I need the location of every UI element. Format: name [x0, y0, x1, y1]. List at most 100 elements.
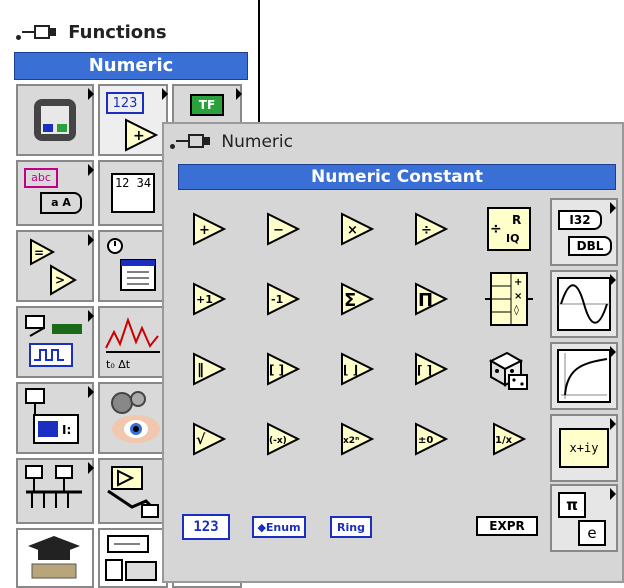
graphics-palette-button[interactable]	[16, 458, 94, 524]
string-subset-icon: a A	[40, 192, 82, 214]
pushpin-icon[interactable]	[170, 132, 216, 152]
decrement-icon: -1	[267, 282, 300, 316]
multiply-function-button[interactable]: ×	[324, 198, 390, 260]
waveform-palette-button[interactable]: t₀ Δt	[98, 306, 168, 378]
comparison-icon: = >	[30, 238, 77, 296]
instrument-palette-button[interactable]: I:	[16, 382, 94, 454]
absolute-value-button[interactable]: ‖	[176, 338, 242, 400]
functions-title-bar[interactable]: Functions	[16, 22, 167, 43]
svg-text:R: R	[512, 213, 521, 227]
sine-wave-icon	[557, 277, 611, 331]
comparison-palette-button[interactable]: = >	[16, 230, 94, 302]
scale-power-of-2-icon: x2ⁿ	[341, 422, 374, 456]
ring-constant[interactable]: Ring	[330, 516, 372, 538]
array-palette-button[interactable]: 12 34	[98, 160, 168, 226]
e-constant-icon: e	[578, 520, 606, 546]
hand-node-icon	[107, 466, 160, 518]
boolean-tf-icon: TF	[190, 94, 224, 116]
complex-icon: x+iy	[559, 428, 609, 468]
increment-icon: +1	[193, 282, 226, 316]
subtract-icon: −	[267, 212, 300, 246]
divide-function-button[interactable]: ÷	[398, 198, 464, 260]
svg-text:+1: +1	[196, 293, 213, 306]
reciprocal-button[interactable]: 1/x	[476, 408, 542, 470]
tutorial-palette-button[interactable]	[16, 528, 94, 588]
svg-text:×: ×	[347, 223, 358, 238]
add-function-button[interactable]: +	[176, 198, 242, 260]
svg-text:√: √	[196, 432, 206, 448]
instrument-icon: I:	[25, 388, 79, 444]
expression-node[interactable]: EXPR	[476, 516, 538, 536]
dice-icon	[488, 351, 528, 390]
numeric-title-bar[interactable]: Numeric	[170, 132, 293, 152]
quotient-remainder-button[interactable]: ÷ R IQ	[476, 198, 542, 260]
random-number-button[interactable]	[476, 338, 542, 400]
array-icon: 12 34	[111, 173, 155, 213]
svg-text:+: +	[514, 277, 522, 288]
vision-palette-button[interactable]	[98, 382, 168, 454]
square-root-button[interactable]: √	[176, 408, 242, 470]
add-icon: +	[193, 212, 226, 246]
svg-text:÷: ÷	[421, 223, 432, 238]
svg-text:±0: ±0	[418, 435, 433, 446]
negate-icon: (-x)	[267, 422, 300, 456]
boolean-palette-button[interactable]: TF	[172, 84, 242, 126]
compound-arithmetic-button[interactable]: + × ◊	[476, 268, 542, 330]
reciprocal-icon: 1/x	[493, 422, 526, 456]
decrement-function-button[interactable]: -1	[250, 268, 316, 330]
log-functions-button[interactable]	[550, 342, 618, 410]
absolute-value-icon: ‖	[193, 352, 226, 386]
svg-text:‖: ‖	[197, 362, 204, 378]
svg-text:×: ×	[514, 291, 522, 302]
conversion-palette-button[interactable]: I32 DBL	[550, 198, 618, 266]
numeric-palette-button[interactable]: 123 +	[98, 84, 168, 156]
functions-subpalette-title: Numeric	[14, 52, 248, 80]
round-down-icon: ⌊ ⌋	[341, 352, 374, 386]
round-nearest-icon: [ ]	[267, 352, 300, 386]
svg-text:t₀ Δt: t₀ Δt	[106, 358, 131, 371]
svg-text:[ ]: [ ]	[269, 363, 284, 377]
numeric-title: Numeric	[221, 132, 293, 152]
svg-text:x2ⁿ: x2ⁿ	[343, 436, 359, 446]
svg-text:⌊ ⌋: ⌊ ⌋	[343, 363, 358, 377]
round-up-button[interactable]: ⌈ ⌉	[398, 338, 464, 400]
round-down-button[interactable]: ⌊ ⌋	[324, 338, 390, 400]
trig-functions-button[interactable]	[550, 270, 618, 338]
numeric-constant[interactable]: 123	[182, 514, 230, 540]
add-array-elements-button[interactable]: Σ	[324, 268, 390, 330]
svg-text:Σ: Σ	[344, 290, 356, 311]
timing-palette-button[interactable]	[98, 230, 168, 302]
io-palette-button[interactable]	[16, 306, 94, 378]
increment-function-button[interactable]: +1	[176, 268, 242, 330]
string-palette-button[interactable]: abc a A	[16, 160, 94, 226]
quotient-remainder-icon: ÷ R IQ	[487, 207, 531, 251]
cluster-palette-button[interactable]	[16, 84, 94, 156]
constants-icon: π e	[556, 490, 612, 546]
add-node-icon: +	[125, 118, 158, 152]
sign-button[interactable]: ±0	[398, 408, 464, 470]
svg-text:◊: ◊	[514, 304, 519, 316]
svg-text:÷: ÷	[490, 221, 502, 237]
multiply-array-elements-button[interactable]: Π	[398, 268, 464, 330]
additional-constants-button[interactable]: π e	[550, 484, 618, 552]
svg-text:+: +	[133, 128, 145, 144]
svg-text:>: >	[55, 273, 65, 287]
scale-power-of-2-button[interactable]: x2ⁿ	[324, 408, 390, 470]
subtract-function-button[interactable]: −	[250, 198, 316, 260]
math-palette-button[interactable]	[98, 458, 168, 524]
string-abc-icon: abc	[24, 168, 58, 188]
enum-constant[interactable]: ◆Enum	[252, 516, 306, 538]
negate-button[interactable]: (-x)	[250, 408, 316, 470]
round-nearest-button[interactable]: [ ]	[250, 338, 316, 400]
functions-title: Functions	[68, 22, 167, 43]
pushpin-icon[interactable]	[16, 23, 62, 43]
svg-text:⌈ ⌉: ⌈ ⌉	[417, 363, 432, 377]
round-up-icon: ⌈ ⌉	[415, 352, 448, 386]
svg-text:+: +	[199, 223, 210, 238]
multiply-icon: ×	[341, 212, 374, 246]
report-palette-button[interactable]	[98, 528, 168, 588]
numeric-constant-header: Numeric Constant	[178, 164, 616, 190]
pi-product-icon: Π	[415, 282, 448, 316]
vision-icon	[111, 391, 160, 443]
complex-functions-button[interactable]: x+iy	[550, 414, 618, 482]
